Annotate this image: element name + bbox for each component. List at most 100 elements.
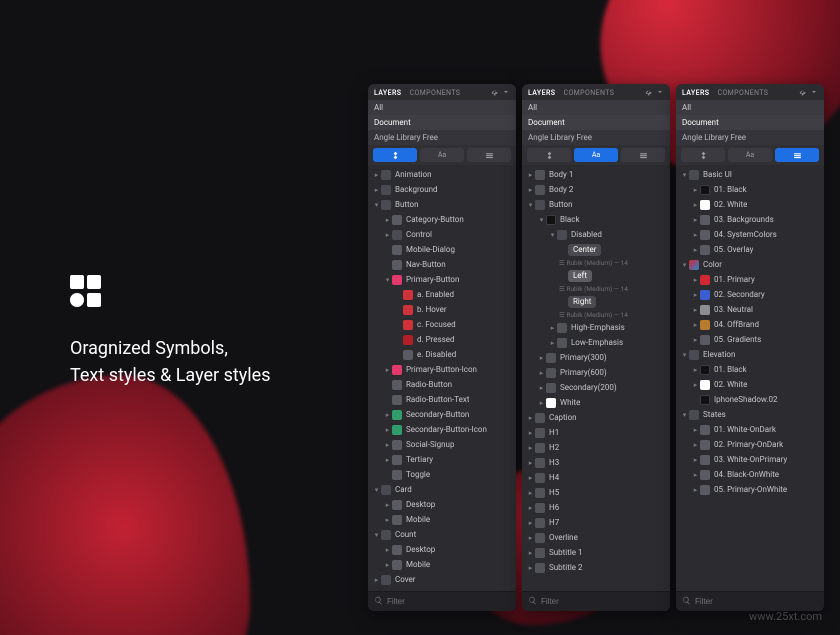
- tree-row[interactable]: ▸H5: [522, 485, 670, 500]
- tree-row[interactable]: ▸05. Primary-OnWhite: [676, 482, 824, 497]
- chevron-right-icon[interactable]: ▸: [383, 546, 392, 554]
- tree-row[interactable]: ▸Mobile: [368, 512, 516, 527]
- chevron-right-icon[interactable]: ▸: [526, 414, 535, 422]
- chevron-right-icon[interactable]: ▸: [383, 456, 392, 464]
- seg-layer-styles[interactable]: [775, 148, 819, 162]
- tree-row[interactable]: ▸Caption: [522, 410, 670, 425]
- chevron-right-icon[interactable]: ▸: [526, 489, 535, 497]
- tree-row[interactable]: ▾Count: [368, 527, 516, 542]
- seg-text-styles[interactable]: Aa: [420, 148, 464, 162]
- chevron-right-icon[interactable]: ▸: [526, 459, 535, 467]
- chevron-down-icon[interactable]: ▾: [372, 486, 381, 494]
- tree-row[interactable]: ▾Black: [522, 212, 670, 227]
- tree-row[interactable]: Toggle: [368, 467, 516, 482]
- tab-components[interactable]: COMPONENTS: [409, 89, 460, 97]
- tab-layers[interactable]: LAYERS: [374, 89, 401, 97]
- tree-row[interactable]: ▸Secondary-Button: [368, 407, 516, 422]
- tree-row[interactable]: ▸White: [522, 395, 670, 410]
- seg-text-styles[interactable]: Aa: [574, 148, 618, 162]
- chevron-down-icon[interactable]: ▾: [372, 201, 381, 209]
- text-style-pill[interactable]: Right: [568, 296, 596, 308]
- tree-row[interactable]: d. Pressed: [368, 332, 516, 347]
- tree-row[interactable]: ▸01. Primary: [676, 272, 824, 287]
- tree-row[interactable]: ▸Desktop: [368, 497, 516, 512]
- tab-components[interactable]: COMPONENTS: [563, 89, 614, 97]
- chevron-down-icon[interactable]: ▾: [680, 261, 689, 269]
- gear-icon[interactable]: [490, 88, 498, 98]
- chevron-right-icon[interactable]: ▸: [691, 381, 700, 389]
- tree-row[interactable]: ▸02. Secondary: [676, 287, 824, 302]
- tree-row[interactable]: ▾Button: [368, 197, 516, 212]
- tree-row[interactable]: ☰ Rubik (Medium) — 14: [522, 257, 670, 268]
- tree-row[interactable]: ▸H2: [522, 440, 670, 455]
- chevron-down-icon[interactable]: ▾: [383, 276, 392, 284]
- tab-layers[interactable]: LAYERS: [528, 89, 555, 97]
- tree-row[interactable]: ▸02. White: [676, 377, 824, 392]
- tree-row[interactable]: ▸Overline: [522, 530, 670, 545]
- tree-row[interactable]: ▸Body 2: [522, 182, 670, 197]
- chevron-right-icon[interactable]: ▸: [526, 171, 535, 179]
- chevron-right-icon[interactable]: ▸: [526, 534, 535, 542]
- text-style-pill[interactable]: Center: [568, 244, 601, 256]
- chevron-down-icon[interactable]: ▾: [680, 171, 689, 179]
- chevron-right-icon[interactable]: ▸: [691, 486, 700, 494]
- tree-row[interactable]: ▸Low-Emphasis: [522, 335, 670, 350]
- tree-row[interactable]: e. Disabled: [368, 347, 516, 362]
- chevron-right-icon[interactable]: ▸: [383, 366, 392, 374]
- filter-input[interactable]: [695, 597, 818, 606]
- tree-row[interactable]: Left: [522, 268, 670, 283]
- tree-row[interactable]: ▸Body 1: [522, 167, 670, 182]
- gear-icon[interactable]: [798, 88, 806, 98]
- tree-row[interactable]: ☰ Rubik (Medium) — 14: [522, 283, 670, 294]
- tree-row[interactable]: ▸Animation: [368, 167, 516, 182]
- chevron-down-icon[interactable]: ▾: [537, 216, 546, 224]
- chevron-right-icon[interactable]: ▸: [383, 501, 392, 509]
- chevron-right-icon[interactable]: ▸: [372, 186, 381, 194]
- tree-row[interactable]: Right: [522, 294, 670, 309]
- chevron-right-icon[interactable]: ▸: [537, 369, 546, 377]
- chevron-right-icon[interactable]: ▸: [691, 336, 700, 344]
- seg-text-styles[interactable]: Aa: [728, 148, 772, 162]
- tree-row[interactable]: ▸03. Neutral: [676, 302, 824, 317]
- scope-all[interactable]: All: [522, 100, 670, 115]
- tree-row[interactable]: ▸02. White: [676, 197, 824, 212]
- chevron-right-icon[interactable]: ▸: [526, 429, 535, 437]
- chevron-right-icon[interactable]: ▸: [526, 519, 535, 527]
- chevron-right-icon[interactable]: ▸: [691, 321, 700, 329]
- tree-row[interactable]: ☰ Rubik (Medium) — 14: [522, 309, 670, 320]
- seg-symbols[interactable]: [527, 148, 571, 162]
- tree-row[interactable]: ▸03. Backgrounds: [676, 212, 824, 227]
- tree-row[interactable]: ▸Subtitle 1: [522, 545, 670, 560]
- library-row[interactable]: Angle Library Free: [522, 130, 670, 145]
- scope-document[interactable]: Document: [368, 115, 516, 130]
- chevron-right-icon[interactable]: ▸: [526, 474, 535, 482]
- chevron-right-icon[interactable]: ▸: [691, 231, 700, 239]
- tree-row[interactable]: ▾Card: [368, 482, 516, 497]
- tree-row[interactable]: Radio-Button-Text: [368, 392, 516, 407]
- tree-row[interactable]: ▸H4: [522, 470, 670, 485]
- chevron-right-icon[interactable]: ▸: [548, 339, 557, 347]
- chevron-right-icon[interactable]: ▸: [383, 516, 392, 524]
- tree-row[interactable]: ▾Elevation: [676, 347, 824, 362]
- tree-row[interactable]: ▸Social-Signup: [368, 437, 516, 452]
- tree-row[interactable]: ▸Category-Button: [368, 212, 516, 227]
- chevron-down-icon[interactable]: ▾: [680, 411, 689, 419]
- tree-row[interactable]: b. Hover: [368, 302, 516, 317]
- tree-row[interactable]: ▾Disabled: [522, 227, 670, 242]
- chevron-right-icon[interactable]: ▸: [383, 561, 392, 569]
- chevron-down-icon[interactable]: [502, 88, 510, 98]
- filter-input[interactable]: [541, 597, 664, 606]
- tree-row[interactable]: ▸Desktop: [368, 542, 516, 557]
- tree-row[interactable]: ▸04. Black-OnWhite: [676, 467, 824, 482]
- text-style-pill[interactable]: Left: [568, 270, 592, 282]
- chevron-down-icon[interactable]: ▾: [548, 231, 557, 239]
- tree-row[interactable]: ▸01. Black: [676, 182, 824, 197]
- chevron-right-icon[interactable]: ▸: [691, 201, 700, 209]
- seg-symbols[interactable]: [681, 148, 725, 162]
- scope-document[interactable]: Document: [676, 115, 824, 130]
- chevron-right-icon[interactable]: ▸: [372, 171, 381, 179]
- tree-row[interactable]: ▸02. Primary-OnDark: [676, 437, 824, 452]
- tree-row[interactable]: ▾States: [676, 407, 824, 422]
- chevron-right-icon[interactable]: ▸: [383, 411, 392, 419]
- chevron-right-icon[interactable]: ▸: [526, 549, 535, 557]
